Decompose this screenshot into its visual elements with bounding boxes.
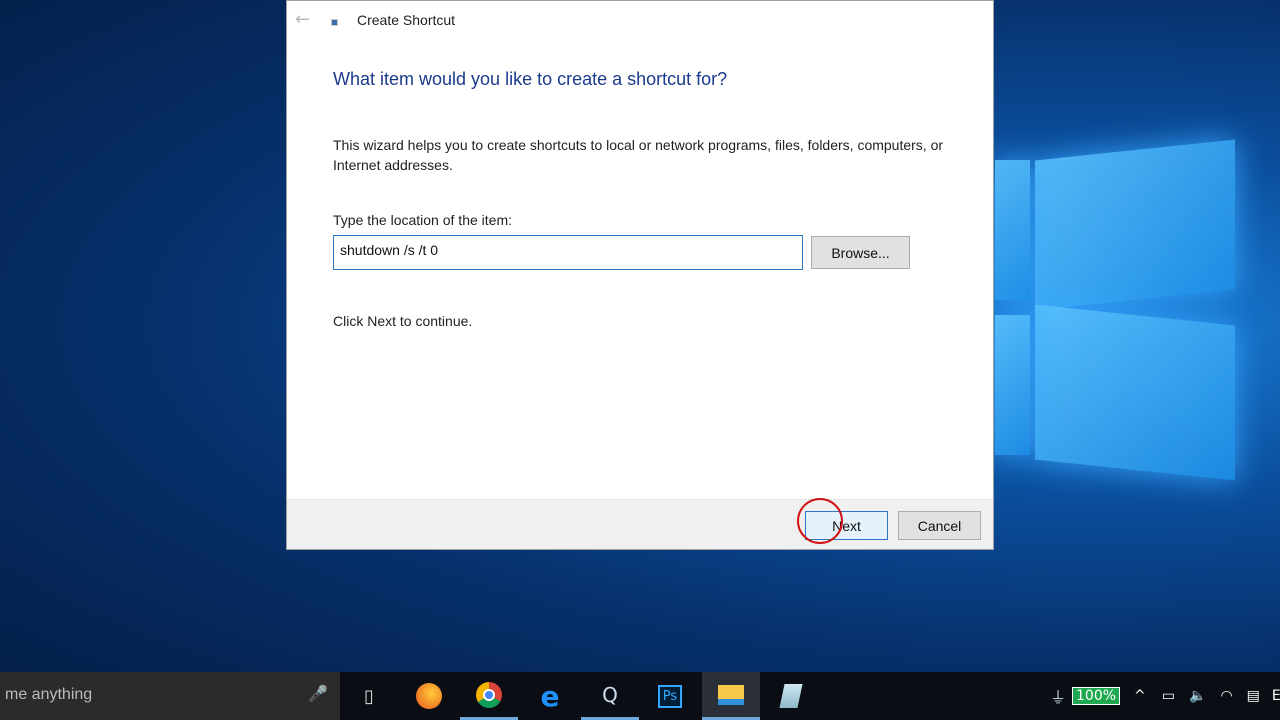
dialog-title: Create Shortcut <box>357 12 456 28</box>
taskbar: me anything 🎤 ▯ e Q Ps ⏚ 100% ^ ▭ 🔈 ◠ ▤ … <box>0 672 1280 720</box>
create-shortcut-dialog: ← Create Shortcut What item would you li… <box>286 0 994 550</box>
volume-icon[interactable]: 🔈 <box>1189 688 1206 704</box>
task-view-icon[interactable]: ▯ <box>340 672 398 720</box>
click-indicator <box>797 498 843 544</box>
clock-text[interactable]: E <box>1272 688 1280 704</box>
back-arrow-icon[interactable]: ← <box>295 9 310 30</box>
search-placeholder: me anything <box>5 686 93 703</box>
microphone-icon[interactable]: 🎤 <box>308 684 328 704</box>
chevron-up-icon[interactable]: ^ <box>1134 688 1146 704</box>
continue-text: Click Next to continue. <box>333 313 473 329</box>
app-q-icon[interactable]: Q <box>581 672 639 720</box>
battery-indicator[interactable]: 100% <box>1072 687 1121 705</box>
location-label: Type the location of the item: <box>333 212 512 228</box>
chrome-icon[interactable] <box>460 672 518 720</box>
power-plug-icon: ⏚ <box>1050 688 1067 707</box>
shortcut-icon <box>331 19 338 26</box>
firefox-icon[interactable] <box>400 672 458 720</box>
cancel-button[interactable]: Cancel <box>898 511 981 540</box>
windows-logo <box>995 130 1245 490</box>
page-heading: What item would you like to create a sho… <box>333 69 728 89</box>
battery-icon[interactable]: ▭ <box>1162 688 1175 704</box>
photoshop-icon[interactable]: Ps <box>641 672 699 720</box>
wifi-icon[interactable]: ◠ <box>1220 688 1232 704</box>
browse-button[interactable]: Browse... <box>811 236 910 269</box>
edge-icon[interactable]: e <box>521 672 579 720</box>
file-explorer-icon[interactable] <box>702 672 760 720</box>
notepad-icon[interactable] <box>762 672 820 720</box>
description: This wizard helps you to create shortcut… <box>333 137 944 173</box>
notifications-icon[interactable]: ▤ <box>1247 688 1260 704</box>
location-input[interactable]: shutdown /s /t 0 <box>333 235 803 270</box>
cortana-search[interactable]: me anything 🎤 <box>0 672 340 720</box>
dialog-footer: Next Cancel <box>287 499 993 549</box>
